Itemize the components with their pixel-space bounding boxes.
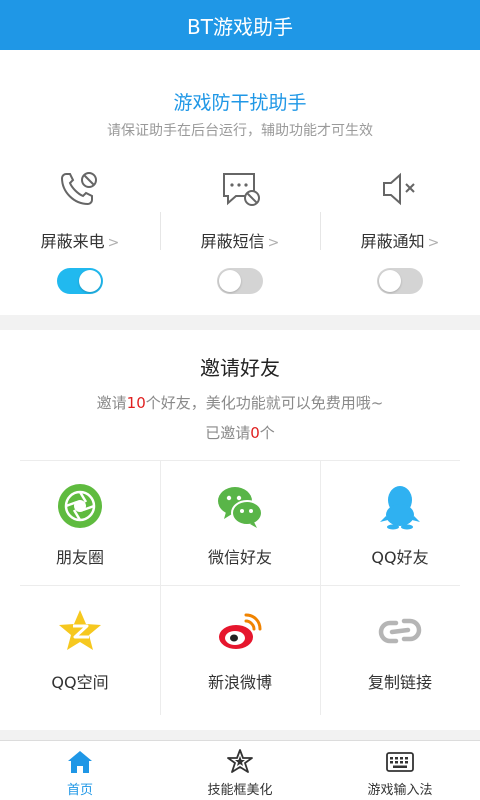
phone-blocked-icon bbox=[56, 168, 104, 210]
feature-sms-link[interactable]: 屏蔽短信 > bbox=[160, 228, 320, 252]
anti-disturb-title: 游戏防干扰助手 bbox=[173, 92, 307, 114]
link-icon bbox=[376, 607, 424, 655]
chevron-right-icon: > bbox=[107, 235, 120, 251]
share-label: 复制链接 bbox=[367, 673, 432, 692]
share-qzone-button[interactable]: QQ空间 bbox=[0, 585, 160, 710]
sms-blocked-icon bbox=[216, 168, 264, 210]
toggle-knob bbox=[379, 270, 401, 292]
share-wechat-button[interactable]: 微信好友 bbox=[160, 460, 320, 585]
copy-link-button[interactable]: 复制链接 bbox=[320, 585, 480, 710]
share-qq-button[interactable]: QQ好友 bbox=[320, 460, 480, 585]
app-header: BT游戏助手 bbox=[0, 0, 480, 50]
toggle-knob bbox=[79, 270, 101, 292]
tab-game-keyboard[interactable]: 游戏输入法 bbox=[320, 741, 480, 800]
anti-disturb-card: 游戏防干扰助手 请保证助手在后台运行，辅助功能才可生效 屏蔽来电 > 屏蔽短信 … bbox=[0, 50, 480, 315]
invited-text: 已邀请 bbox=[205, 424, 251, 442]
invited-status: 已邀请0个 bbox=[0, 422, 480, 443]
weibo-icon bbox=[216, 607, 264, 655]
feature-sms-label: 屏蔽短信 bbox=[200, 232, 265, 251]
star-frame-icon bbox=[226, 748, 254, 776]
moments-icon bbox=[56, 482, 104, 530]
feature-notification-label: 屏蔽通知 bbox=[360, 232, 425, 251]
invited-text: 个 bbox=[259, 424, 275, 442]
toggle-block-call[interactable] bbox=[57, 268, 103, 294]
qq-icon bbox=[376, 482, 424, 530]
share-moments-button[interactable]: 朋友圈 bbox=[0, 460, 160, 585]
share-label: QQ空间 bbox=[51, 673, 109, 692]
wechat-icon bbox=[216, 482, 264, 530]
anti-disturb-subtitle: 请保证助手在后台运行，辅助功能才可生效 bbox=[107, 123, 373, 139]
feature-call-link[interactable]: 屏蔽来电 > bbox=[0, 228, 160, 252]
keyboard-icon bbox=[386, 748, 414, 776]
tab-label: 游戏输入法 bbox=[367, 783, 433, 798]
tab-home[interactable]: 首页 bbox=[0, 741, 160, 800]
tab-label: 技能框美化 bbox=[207, 783, 273, 798]
mute-icon bbox=[376, 168, 424, 210]
share-weibo-button[interactable]: 新浪微博 bbox=[160, 585, 320, 710]
feature-block-call: 屏蔽来电 > bbox=[0, 168, 160, 298]
feature-call-label: 屏蔽来电 bbox=[40, 232, 105, 251]
share-label: 新浪微博 bbox=[207, 673, 272, 692]
invite-text: 邀请 bbox=[96, 394, 127, 412]
feature-block-sms: 屏蔽短信 > bbox=[160, 168, 320, 298]
chevron-right-icon: > bbox=[427, 235, 440, 251]
invited-count: 0 bbox=[250, 424, 260, 442]
bottom-tab-bar: 首页 技能框美化 游戏输入法 bbox=[0, 740, 480, 800]
toggle-knob bbox=[219, 270, 241, 292]
feature-block-notification: 屏蔽通知 > bbox=[320, 168, 480, 298]
share-label: 朋友圈 bbox=[55, 548, 104, 567]
divider bbox=[160, 212, 161, 250]
toggle-block-notification[interactable] bbox=[377, 268, 423, 294]
feature-notification-link[interactable]: 屏蔽通知 > bbox=[320, 228, 480, 252]
home-icon bbox=[66, 748, 94, 776]
divider bbox=[320, 212, 321, 250]
invite-target-count: 10 bbox=[126, 394, 146, 412]
share-label: 微信好友 bbox=[207, 548, 272, 567]
invite-title: 邀请好友 bbox=[200, 356, 280, 380]
share-label: QQ好友 bbox=[371, 548, 429, 567]
invite-description: 邀请10个好友，美化功能就可以免费用哦~ bbox=[0, 392, 480, 413]
toggle-block-sms[interactable] bbox=[217, 268, 263, 294]
invite-card: 邀请好友 邀请10个好友，美化功能就可以免费用哦~ 已邀请0个 朋友圈 微信好友… bbox=[0, 330, 480, 730]
invite-text: 个好友，美化功能就可以免费用哦~ bbox=[145, 394, 384, 412]
app-title: BT游戏助手 bbox=[187, 14, 293, 39]
tab-label: 首页 bbox=[66, 783, 93, 798]
tab-skill-frame[interactable]: 技能框美化 bbox=[160, 741, 320, 800]
qzone-icon bbox=[56, 607, 104, 655]
chevron-right-icon: > bbox=[267, 235, 280, 251]
